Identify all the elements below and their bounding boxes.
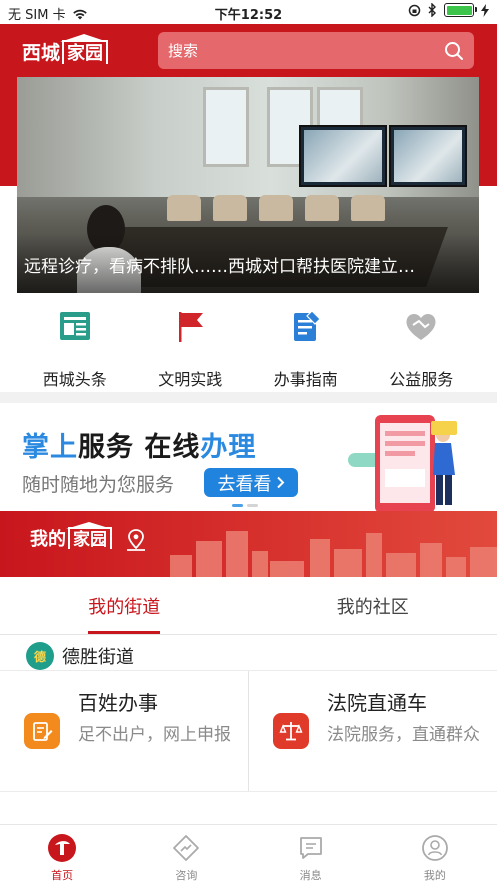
my-home-strip: 我的 家园 bbox=[0, 511, 497, 577]
flag-icon bbox=[179, 312, 204, 342]
carousel-dots bbox=[232, 504, 258, 507]
location-pin-icon[interactable] bbox=[124, 528, 148, 552]
orientation-lock-icon bbox=[408, 4, 421, 16]
my-home-logo: 我的 家园 bbox=[30, 522, 112, 551]
street-services: 百姓办事 足不出户，网上申报 法院直通车 法院服务，直通群众 bbox=[0, 670, 497, 792]
tab-my-street[interactable]: 我的街道 bbox=[0, 577, 249, 634]
scales-icon bbox=[273, 713, 309, 749]
section-divider bbox=[0, 392, 497, 403]
form-edit-icon bbox=[24, 713, 60, 749]
quick-nav-headlines[interactable]: 西城头条 bbox=[17, 304, 133, 392]
video-screen bbox=[299, 125, 387, 187]
charity-heart-icon bbox=[406, 313, 436, 340]
guide-doc-icon bbox=[293, 310, 321, 341]
consult-icon bbox=[173, 835, 200, 861]
quick-nav: 西城头条 文明实践 办事指南 公益服务 bbox=[17, 304, 479, 392]
tab-my-community[interactable]: 我的社区 bbox=[249, 577, 497, 634]
news-icon bbox=[59, 312, 90, 340]
search-icon[interactable] bbox=[444, 41, 464, 61]
tabbar-home[interactable]: 首页 bbox=[0, 825, 124, 883]
chevron-right-icon bbox=[276, 476, 284, 489]
charging-icon bbox=[481, 3, 489, 17]
search-placeholder: 搜索 bbox=[168, 42, 199, 60]
quick-nav-guide[interactable]: 办事指南 bbox=[248, 304, 364, 392]
promo-subtitle: 随时随地为您服务 bbox=[22, 474, 175, 496]
street-logo-icon: 德 bbox=[26, 642, 54, 670]
banner-caption: 远程诊疗，看病不排队……西城对口帮扶医院建立… bbox=[17, 233, 479, 293]
service-court-express[interactable]: 法院直通车 法院服务，直通群众 bbox=[248, 671, 496, 791]
street-name: 德胜街道 bbox=[62, 647, 134, 668]
battery-icon bbox=[444, 3, 477, 17]
bottom-tab-bar: 首页 咨询 消息 我的 bbox=[0, 824, 497, 883]
tabbar-profile[interactable]: 我的 bbox=[373, 825, 497, 883]
search-bar[interactable]: 搜索 bbox=[158, 32, 474, 69]
xicheng-home-logo: 西城 家园 bbox=[22, 33, 109, 65]
phone-illustration bbox=[348, 415, 457, 511]
service-citizen-affairs[interactable]: 百姓办事 足不出户，网上申报 bbox=[0, 671, 248, 791]
home-logo-icon bbox=[48, 834, 77, 862]
status-bar: 无 SIM 卡 下午12:52 bbox=[0, 0, 497, 24]
promo-go-button[interactable]: 去看看 bbox=[204, 468, 298, 497]
news-banner[interactable]: 远程诊疗，看病不排队……西城对口帮扶医院建立… bbox=[17, 77, 479, 293]
video-screen bbox=[389, 125, 467, 187]
quick-nav-civilization[interactable]: 文明实践 bbox=[133, 304, 249, 392]
tabbar-consult[interactable]: 咨询 bbox=[124, 825, 248, 883]
city-skyline bbox=[170, 531, 497, 577]
quick-nav-charity[interactable]: 公益服务 bbox=[364, 304, 480, 392]
tabbar-messages[interactable]: 消息 bbox=[249, 825, 373, 883]
online-service-promo[interactable]: 掌上服务 在线办理 随时随地为您服务 去看看 bbox=[0, 403, 497, 511]
profile-icon bbox=[421, 835, 448, 861]
promo-title: 掌上服务 在线办理 bbox=[22, 432, 257, 463]
street-community-tabs: 我的街道 我的社区 bbox=[0, 577, 497, 635]
message-icon bbox=[299, 837, 322, 859]
street-header: 德 德胜街道 bbox=[26, 642, 134, 670]
bluetooth-icon bbox=[428, 3, 436, 17]
